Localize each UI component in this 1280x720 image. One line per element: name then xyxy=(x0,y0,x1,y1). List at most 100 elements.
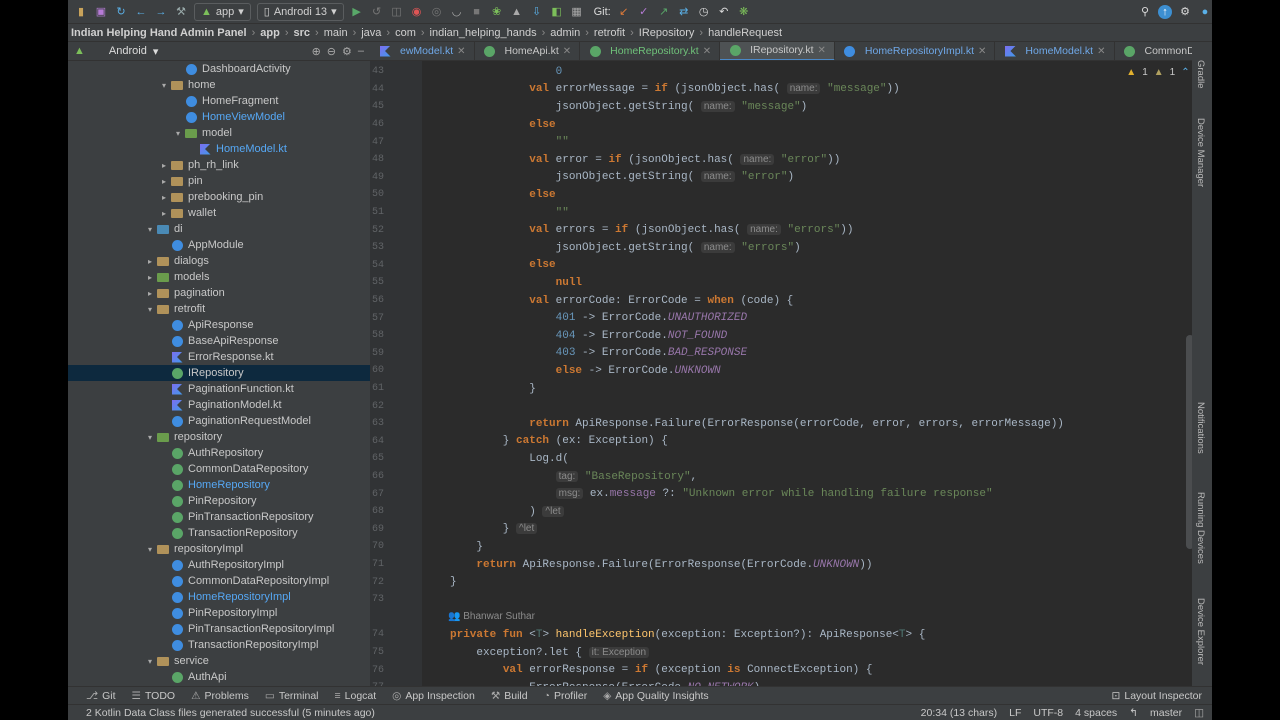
git-compare-icon[interactable]: ⇄ xyxy=(677,5,691,19)
expand-icon[interactable]: ⊕ xyxy=(312,45,321,58)
breadcrumb-item[interactable]: admin xyxy=(550,27,580,39)
options-icon[interactable]: ⚙ xyxy=(342,45,352,58)
device-manager-icon[interactable]: ◧ xyxy=(550,5,564,19)
hammer-icon[interactable]: ⚒ xyxy=(174,5,188,19)
tool-window-button[interactable]: ≡ Logcat xyxy=(335,690,377,702)
tree-item[interactable]: PaginationModel.kt xyxy=(68,397,370,413)
code-line[interactable]: 56 val errorCode: ErrorCode = when (code… xyxy=(370,292,1212,310)
tree-item[interactable]: TransactionRepository xyxy=(68,525,370,541)
right-tool-tab[interactable]: Notifications xyxy=(1195,402,1206,454)
code-line[interactable]: 59 403 -> ErrorCode.BAD_RESPONSE xyxy=(370,345,1212,363)
layout-icon[interactable]: ▦ xyxy=(570,5,584,19)
code-line[interactable]: 53 jsonObject.getString( name: "errors") xyxy=(370,239,1212,257)
code-line[interactable]: 43 0 xyxy=(370,63,1212,81)
hide-panel-icon[interactable]: – xyxy=(358,45,364,57)
device-select[interactable]: ▯ Androdi 13 ▾ xyxy=(256,2,344,21)
tree-item[interactable]: BaseApiResponse xyxy=(68,333,370,349)
tree-item[interactable]: ErrorResponse.kt xyxy=(68,349,370,365)
editor-tab[interactable]: HomeRepository.kt ✕ xyxy=(580,42,721,60)
close-icon[interactable]: ✕ xyxy=(978,46,986,57)
code-line[interactable]: 45 jsonObject.getString( name: "message"… xyxy=(370,98,1212,116)
tree-item[interactable]: AuthRepositoryImpl xyxy=(68,557,370,573)
tree-item[interactable]: TransactionRepositoryImpl xyxy=(68,637,370,653)
breadcrumb-item[interactable]: app xyxy=(260,27,280,39)
tree-item[interactable]: CommonDataRepositoryImpl xyxy=(68,573,370,589)
chevron-right-icon[interactable]: ▸ xyxy=(158,193,170,202)
code-line[interactable]: 62 xyxy=(370,397,1212,415)
code-line[interactable]: 52 val errors = if (jsonObject.has( name… xyxy=(370,221,1212,239)
git-rollback-icon[interactable]: ↶ xyxy=(717,5,731,19)
tree-item[interactable]: HomeViewModel xyxy=(68,109,370,125)
code-line[interactable]: 54 else xyxy=(370,257,1212,275)
code-line[interactable]: 74 private fun <T> handleException(except… xyxy=(370,626,1212,644)
tree-item[interactable]: PinTransactionRepository xyxy=(68,509,370,525)
tree-item[interactable]: ▾ di xyxy=(68,221,370,237)
code-line[interactable]: 77 ErrorResponse(ErrorCode.NO_NETWORK) xyxy=(370,679,1212,686)
chevron-down-icon[interactable]: ▾ xyxy=(144,545,156,554)
debug-icon[interactable]: ◉ xyxy=(410,5,424,19)
code-line[interactable]: 58 404 -> ErrorCode.NOT_FOUND xyxy=(370,327,1212,345)
line-separator[interactable]: LF xyxy=(1009,707,1021,719)
run-icon[interactable]: ▶ xyxy=(350,5,364,19)
breadcrumb-item[interactable]: Indian Helping Hand Admin Panel xyxy=(71,27,247,39)
close-icon[interactable]: ✕ xyxy=(563,46,571,57)
chevron-down-icon[interactable]: ▾ xyxy=(144,657,156,666)
tree-item[interactable]: ▸ pin xyxy=(68,173,370,189)
tool-window-button[interactable]: ◈ App Quality Insights xyxy=(603,690,708,702)
plugin-icon[interactable]: ❋ xyxy=(737,5,751,19)
breadcrumb-item[interactable]: java xyxy=(361,27,381,39)
chevron-down-icon[interactable]: ▾ xyxy=(144,305,156,314)
chevron-right-icon[interactable]: ▸ xyxy=(158,161,170,170)
code-line[interactable]: 50 else xyxy=(370,186,1212,204)
tool-window-button[interactable]: ☰ TODO xyxy=(132,690,176,702)
file-encoding[interactable]: UTF-8 xyxy=(1033,707,1063,719)
code-line[interactable]: 75 exception?.let { it: Exception xyxy=(370,644,1212,662)
editor-tab[interactable]: HomeModel.kt ✕ xyxy=(995,42,1115,60)
chevron-down-icon[interactable]: ▾ xyxy=(144,225,156,234)
code-line[interactable]: 44 val errorMessage = if (jsonObject.has… xyxy=(370,81,1212,99)
code-line[interactable]: 51 "" xyxy=(370,204,1212,222)
tree-item[interactable]: ▾ repository xyxy=(68,429,370,445)
breadcrumb-item[interactable]: handleRequest xyxy=(708,27,782,39)
chevron-right-icon[interactable]: ▸ xyxy=(144,273,156,282)
tree-item[interactable]: CommonDataRepository xyxy=(68,461,370,477)
code-editor[interactable]: ▲1 ▲1 ⌃ ⌄ 43 044 val errorMessage = if (… xyxy=(370,61,1212,686)
save-icon[interactable]: ▣ xyxy=(94,5,108,19)
tree-item[interactable]: PinRepository xyxy=(68,493,370,509)
tree-item[interactable]: ▾ retrofit xyxy=(68,301,370,317)
code-line[interactable]: 71 return ApiResponse.Failure(ErrorRespo… xyxy=(370,556,1212,574)
back-icon[interactable]: ← xyxy=(134,5,148,19)
tree-item[interactable]: ▾ model xyxy=(68,125,370,141)
attach-debugger-icon[interactable]: ◎ xyxy=(430,5,444,19)
chevron-down-icon[interactable]: ▾ xyxy=(153,45,159,58)
search-icon[interactable]: ⚲ xyxy=(1138,5,1152,19)
tree-item[interactable]: ▾ home xyxy=(68,77,370,93)
tree-item[interactable]: HomeFragment xyxy=(68,93,370,109)
code-line[interactable]: 69 } ^let xyxy=(370,521,1212,539)
code-line[interactable]: 73 xyxy=(370,591,1212,609)
chevron-down-icon[interactable]: ▾ xyxy=(158,81,170,90)
code-line[interactable]: 70 } xyxy=(370,538,1212,556)
chevron-down-icon[interactable]: ▾ xyxy=(144,433,156,442)
tree-item[interactable]: DashboardActivity xyxy=(68,61,370,77)
breadcrumb-item[interactable]: retrofit xyxy=(594,27,625,39)
run-config-select[interactable]: ▲ app ▾ xyxy=(194,2,251,21)
layout-inspector-button[interactable]: ⊡ Layout Inspector xyxy=(1112,690,1202,702)
editor-tab[interactable]: ewModel.kt ✕ xyxy=(370,42,475,60)
close-icon[interactable]: ✕ xyxy=(1097,46,1105,57)
tree-item[interactable]: AuthApi xyxy=(68,669,370,685)
tree-item[interactable]: PaginationRequestModel xyxy=(68,413,370,429)
tool-window-button[interactable]: ◎ App Inspection xyxy=(392,690,475,702)
chevron-right-icon[interactable]: ▸ xyxy=(158,209,170,218)
stop-icon[interactable]: ■ xyxy=(470,5,484,19)
chevron-down-icon[interactable]: ▾ xyxy=(172,129,184,138)
tree-item[interactable]: PinRepositoryImpl xyxy=(68,605,370,621)
tree-item[interactable]: HomeRepository xyxy=(68,477,370,493)
memory-icon[interactable]: ◫ xyxy=(1194,707,1204,719)
code-line[interactable]: 72} xyxy=(370,573,1212,591)
tool-window-button[interactable]: ◔ Profiler xyxy=(544,690,588,702)
tree-item[interactable]: IRepository xyxy=(68,365,370,381)
chevron-right-icon[interactable]: ▸ xyxy=(158,177,170,186)
code-line[interactable]: 63 return ApiResponse.Failure(ErrorRespo… xyxy=(370,415,1212,433)
tree-item[interactable]: ▾ repositoryImpl xyxy=(68,541,370,557)
